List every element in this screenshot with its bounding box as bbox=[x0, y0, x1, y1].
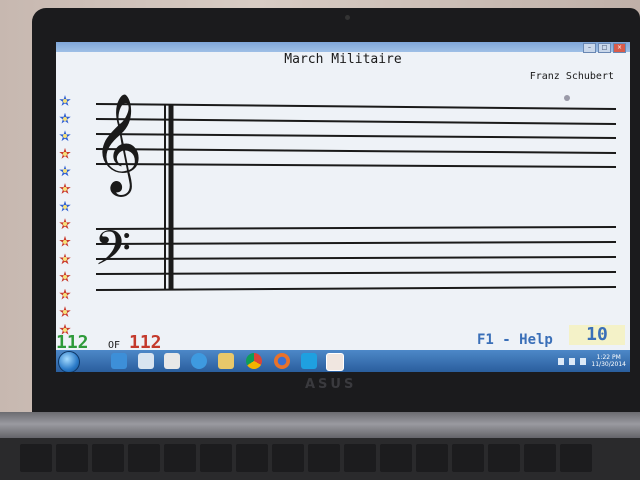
tempo-value[interactable]: 10 bbox=[569, 325, 625, 345]
start-button[interactable] bbox=[58, 351, 80, 372]
treble-clef-icon: 𝄞 bbox=[92, 93, 143, 197]
ie-browser-icon[interactable] bbox=[191, 353, 207, 369]
network-icon[interactable] bbox=[569, 357, 576, 365]
skype-icon[interactable] bbox=[301, 353, 317, 369]
folder-icon[interactable] bbox=[218, 353, 234, 369]
keyboard-key bbox=[452, 444, 484, 472]
keyboard-key bbox=[92, 444, 124, 472]
bass-staff bbox=[95, 226, 617, 291]
keyboard-key bbox=[20, 444, 52, 472]
system-tray: 1:22 PM 11/30/2014 bbox=[558, 352, 626, 370]
flag-icon[interactable] bbox=[558, 357, 565, 365]
keyboard-key bbox=[380, 444, 412, 472]
help-hint[interactable]: F1 - Help bbox=[477, 332, 553, 348]
treble-staff bbox=[95, 103, 617, 168]
keyboard-key bbox=[524, 444, 556, 472]
windows-taskbar: 1:22 PM 11/30/2014 bbox=[56, 350, 630, 372]
media-icon[interactable] bbox=[138, 353, 154, 369]
keyboard-key bbox=[308, 444, 340, 472]
keyboard-key bbox=[236, 444, 268, 472]
keyboard-keys bbox=[0, 444, 640, 474]
keyboard-key bbox=[128, 444, 160, 472]
laptop-keyboard bbox=[0, 438, 640, 480]
app-screen: – □ × March Militaire Franz Schubert 𝄞 𝄢… bbox=[56, 42, 630, 372]
firefox-icon[interactable] bbox=[274, 353, 290, 369]
keyboard-key bbox=[416, 444, 448, 472]
chrome-icon[interactable] bbox=[246, 353, 262, 369]
music-app-icon[interactable] bbox=[326, 353, 344, 371]
bass-clef-icon: 𝄢 bbox=[94, 220, 131, 288]
brand-logo: ASUS bbox=[305, 377, 357, 392]
tray-clock[interactable]: 1:22 PM 11/30/2014 bbox=[591, 354, 626, 368]
keyboard-key bbox=[344, 444, 376, 472]
clock-time: 1:22 PM bbox=[596, 354, 621, 361]
mouse-cursor bbox=[564, 95, 570, 101]
keyboard-key bbox=[200, 444, 232, 472]
keyboard-key bbox=[560, 444, 592, 472]
ie-icon[interactable] bbox=[111, 353, 127, 369]
volume-icon[interactable] bbox=[580, 357, 587, 365]
keyboard-key bbox=[272, 444, 304, 472]
explorer-icon[interactable] bbox=[164, 353, 180, 369]
webcam bbox=[345, 15, 350, 20]
keyboard-key bbox=[56, 444, 88, 472]
keyboard-key bbox=[164, 444, 196, 472]
clock-date: 11/30/2014 bbox=[591, 361, 626, 368]
keyboard-key bbox=[488, 444, 520, 472]
grand-staff: 𝄞 𝄢 bbox=[92, 93, 617, 291]
